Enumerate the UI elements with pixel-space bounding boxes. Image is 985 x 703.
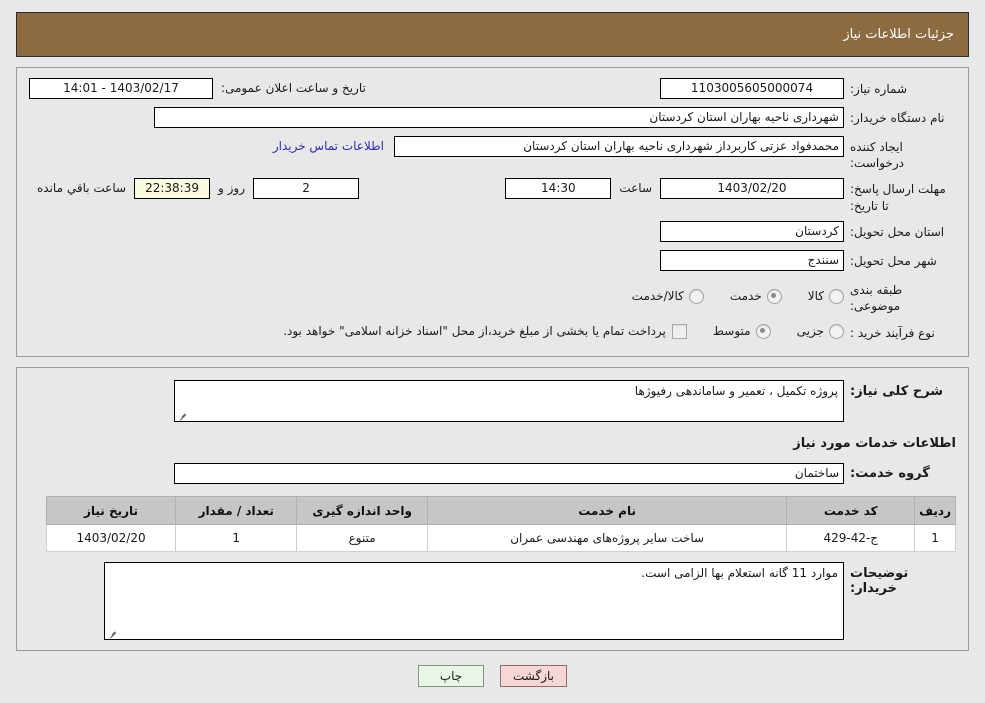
resize-grip-icon[interactable] bbox=[178, 410, 187, 419]
th-quantity: تعداد / مقدار bbox=[175, 496, 298, 526]
process-option-jozi[interactable]: جزیی bbox=[796, 323, 844, 339]
row-deadline: مهلت ارسال پاسخ: تا تاریخ: 1403/02/20 سا… bbox=[29, 178, 956, 213]
general-description-label: شرح کلی نیاز: bbox=[850, 384, 944, 400]
th-service-code: کد خدمت bbox=[786, 496, 916, 526]
row-service-group: گروه خدمت: ساختمان bbox=[29, 463, 956, 485]
service-group-label: گروه خدمت: bbox=[850, 466, 930, 482]
cell-service-code: ج-42-429 bbox=[786, 524, 916, 553]
buyer-notes-value[interactable]: موارد 11 گانه استعلام بها الزامی است. bbox=[104, 562, 844, 641]
province-value[interactable]: کردستان bbox=[660, 220, 844, 242]
treasury-bond-note: پرداخت تمام یا بخشی از مبلغ خرید،از محل … bbox=[283, 324, 666, 339]
th-need-date: تاریخ نیاز bbox=[45, 496, 177, 526]
category-option-khedmat[interactable]: خدمت bbox=[729, 288, 782, 304]
treasury-bond-checkbox-item[interactable]: پرداخت تمام یا بخشی از مبلغ خرید،از محل … bbox=[283, 323, 687, 339]
cell-radif: 1 bbox=[914, 524, 956, 553]
buyer-org-label: نام دستگاه خریدار: bbox=[850, 111, 945, 125]
city-value[interactable]: سنندج bbox=[660, 249, 844, 271]
category-radio-group: کالا خدمت کالا/خدمت bbox=[606, 288, 844, 304]
resize-grip-icon[interactable] bbox=[108, 628, 117, 637]
deadline-label: مهلت ارسال پاسخ: تا تاریخ: bbox=[850, 182, 946, 213]
deadline-time-value[interactable]: 14:30 bbox=[505, 178, 612, 200]
print-button[interactable]: چاپ bbox=[418, 665, 484, 688]
deadline-days-value[interactable]: 2 bbox=[253, 178, 360, 200]
radio-icon[interactable] bbox=[829, 288, 844, 304]
category-label: طبقه بندی موضوعی: bbox=[850, 282, 903, 313]
table-header-row: ردیف کد خدمت نام خدمت واحد اندازه گیری ت… bbox=[45, 496, 956, 526]
back-button[interactable]: بازگشت bbox=[500, 665, 567, 688]
buyer-notes-label: توضیحات خریدار: bbox=[850, 566, 909, 597]
service-group-value[interactable]: ساختمان bbox=[174, 463, 844, 485]
row-category: طبقه بندی موضوعی: کالا خدمت کالا/خدمت bbox=[29, 279, 956, 314]
services-section-title: اطلاعات خدمات مورد نیاز bbox=[793, 436, 956, 452]
requester-label: ایجاد کننده درخواست: bbox=[850, 140, 904, 171]
category-option-label: کالا/خدمت bbox=[631, 289, 684, 304]
cell-unit: متنوع bbox=[296, 524, 428, 553]
category-option-kala[interactable]: کالا bbox=[807, 288, 844, 304]
th-service-name: نام خدمت bbox=[426, 496, 788, 526]
cell-service-name: ساخت سایر پروژه‌های مهندسی عمران bbox=[426, 524, 788, 553]
process-option-label: متوسط bbox=[712, 324, 751, 339]
need-info-panel: شماره نیاز: 1103005605000074 تاریخ و ساع… bbox=[16, 67, 969, 358]
row-process-type: نوع فرآیند خرید : جزیی متوسط پرداخت تمام… bbox=[29, 320, 956, 342]
row-province: استان محل تحویل: کردستان bbox=[29, 220, 956, 243]
requester-value[interactable]: محمدفواد عزتی کاربرداز شهرداری ناحیه بها… bbox=[394, 136, 844, 157]
radio-icon[interactable] bbox=[766, 288, 782, 304]
row-buyer-notes: توضیحات خریدار: موارد 11 گانه استعلام به… bbox=[29, 562, 956, 641]
general-description-text: پروژه تکمیل ، تعمیر و ساماندهی رفیوژها bbox=[634, 384, 838, 399]
deadline-remaining-label: ساعت باقي مانده bbox=[37, 181, 127, 196]
process-type-radio-group: جزیی متوسط bbox=[687, 323, 844, 339]
row-need-number: شماره نیاز: 1103005605000074 تاریخ و ساع… bbox=[29, 78, 956, 100]
city-label: شهر محل تحویل: bbox=[850, 253, 937, 268]
category-option-label: کالا bbox=[807, 289, 824, 304]
items-table-wrapper: ردیف کد خدمت نام خدمت واحد اندازه گیری ت… bbox=[29, 496, 956, 553]
radio-icon[interactable] bbox=[755, 323, 771, 339]
row-general-description: شرح کلی نیاز: پروژه تکمیل ، تعمیر و ساما… bbox=[29, 380, 956, 423]
th-radif: ردیف bbox=[914, 496, 956, 526]
radio-icon[interactable] bbox=[829, 323, 844, 339]
need-number-value[interactable]: 1103005605000074 bbox=[660, 78, 844, 99]
page-title: جزئیات اطلاعات نیاز bbox=[843, 27, 954, 42]
general-description-value[interactable]: پروژه تکمیل ، تعمیر و ساماندهی رفیوژها bbox=[174, 380, 844, 423]
checkbox-icon[interactable] bbox=[671, 323, 687, 339]
services-section-header: اطلاعات خدمات مورد نیاز bbox=[29, 422, 956, 463]
row-buyer-org: نام دستگاه خریدار: شهرداری ناحیه بهاران … bbox=[29, 107, 956, 129]
row-requester: ایجاد کننده درخواست: محمدفواد عزتی کاربر… bbox=[29, 136, 956, 171]
process-type-label: نوع فرآیند خرید : bbox=[850, 325, 935, 340]
announce-datetime-value[interactable]: 1403/02/17 - 14:01 bbox=[29, 78, 213, 99]
cell-need-date: 1403/02/20 bbox=[45, 524, 177, 553]
deadline-time-label: ساعت bbox=[619, 181, 652, 196]
announce-datetime-label: تاریخ و ساعت اعلان عمومی: bbox=[221, 81, 366, 95]
row-city: شهر محل تحویل: سنندج bbox=[29, 249, 956, 272]
buyer-org-value[interactable]: شهرداری ناحیه بهاران استان کردستان bbox=[154, 107, 844, 128]
need-number-label: شماره نیاز: bbox=[850, 82, 907, 96]
items-table: ردیف کد خدمت نام خدمت واحد اندازه گیری ت… bbox=[45, 496, 956, 553]
process-option-motevaset[interactable]: متوسط bbox=[712, 323, 771, 339]
process-option-label: جزیی bbox=[796, 324, 824, 339]
cell-quantity: 1 bbox=[175, 524, 298, 553]
table-row: 1 ج-42-429 ساخت سایر پروژه‌های مهندسی عم… bbox=[45, 524, 956, 553]
need-details-panel: شرح کلی نیاز: پروژه تکمیل ، تعمیر و ساما… bbox=[16, 367, 969, 652]
deadline-days-label: روز و bbox=[218, 181, 246, 196]
page-header-bar: جزئیات اطلاعات نیاز bbox=[16, 12, 969, 57]
action-button-bar: بازگشت چاپ bbox=[0, 665, 985, 688]
radio-icon[interactable] bbox=[688, 288, 704, 304]
buyer-contact-link[interactable]: اطلاعات تماس خریدار bbox=[273, 136, 394, 157]
buyer-notes-text: موارد 11 گانه استعلام بها الزامی است. bbox=[641, 566, 838, 581]
deadline-countdown-value: 22:38:39 bbox=[134, 178, 211, 200]
category-option-kala-khedmat[interactable]: کالا/خدمت bbox=[631, 288, 704, 304]
page-root: جزئیات اطلاعات نیاز شماره نیاز: 11030056… bbox=[0, 12, 985, 688]
province-label: استان محل تحویل: bbox=[850, 224, 945, 239]
th-unit: واحد اندازه گیری bbox=[296, 496, 428, 526]
deadline-date-value[interactable]: 1403/02/20 bbox=[660, 178, 844, 200]
category-option-label: خدمت bbox=[729, 289, 762, 304]
